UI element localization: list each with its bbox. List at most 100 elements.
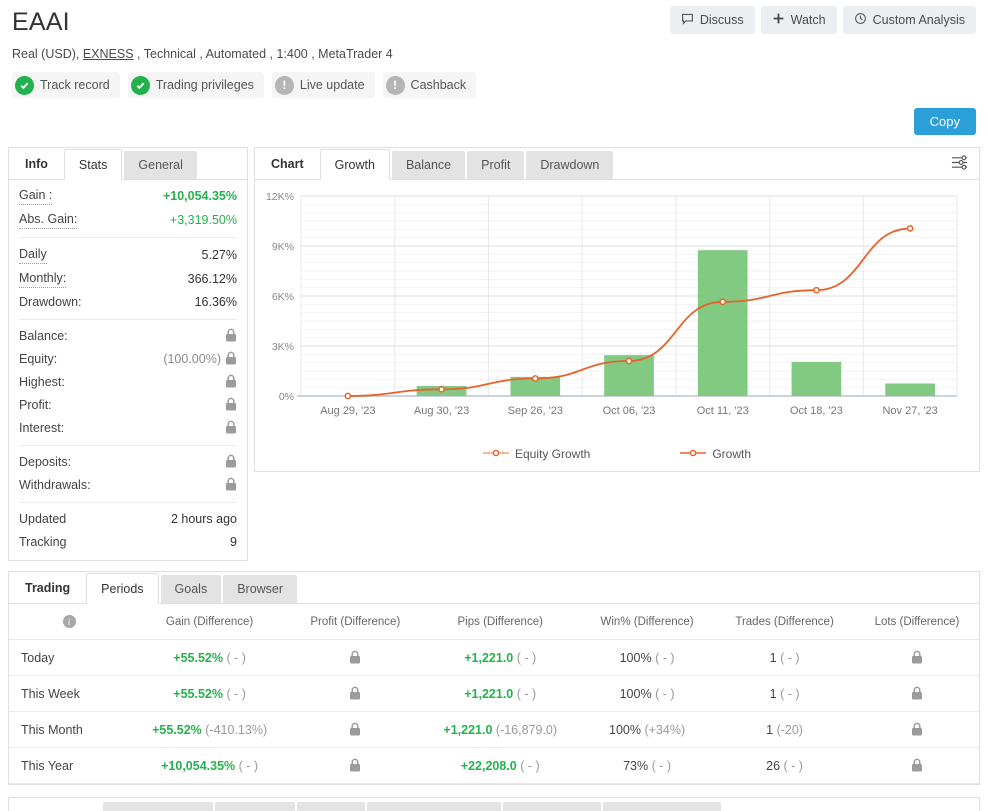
stats-label[interactable]: Monthly: bbox=[19, 270, 66, 288]
legend-item-growth[interactable]: Growth bbox=[680, 447, 751, 461]
periods-col-header: Trades (Difference) bbox=[714, 604, 855, 640]
lock-icon bbox=[225, 351, 237, 368]
next-tab-3[interactable] bbox=[215, 802, 295, 811]
stats-value: 2 hours ago bbox=[171, 511, 237, 528]
stats-label[interactable]: Gain : bbox=[19, 187, 52, 205]
watch-button[interactable]: Watch bbox=[761, 6, 837, 34]
lock-icon bbox=[225, 328, 237, 345]
broker-link[interactable]: EXNESS bbox=[83, 47, 134, 61]
cell-profit bbox=[290, 712, 420, 748]
discuss-label: Discuss bbox=[700, 13, 744, 27]
stats-value-text: (100.00%) bbox=[163, 352, 221, 366]
custom-analysis-label: Custom Analysis bbox=[873, 13, 965, 27]
tab-drawdown[interactable]: Drawdown bbox=[526, 151, 613, 179]
tab-browser[interactable]: Browser bbox=[223, 575, 297, 603]
status-badge-cashback[interactable]: !Cashback bbox=[383, 72, 477, 98]
status-badges: Track record Trading privileges !Live upda… bbox=[8, 72, 980, 98]
status-badge-track-record[interactable]: Track record bbox=[12, 72, 120, 98]
cell-win-value: 100% bbox=[620, 651, 652, 665]
stats-label: Equity: bbox=[19, 351, 57, 368]
cell-gain-diff: ( - ) bbox=[239, 759, 258, 773]
stats-value: 366.12% bbox=[188, 271, 237, 288]
tab-label: Profit bbox=[481, 158, 510, 172]
page-root: EAAI Real (USD), EXNESS , Technical , Au… bbox=[0, 0, 988, 811]
cell-gain-value: +10,054.35% bbox=[161, 759, 235, 773]
cell-trades-value: 26 bbox=[766, 759, 780, 773]
custom-analysis-button[interactable]: Custom Analysis bbox=[843, 6, 976, 34]
tab-trading[interactable]: Trading bbox=[15, 572, 84, 603]
stats-value: 9 bbox=[230, 534, 237, 551]
periods-table-body: Today+55.52% ( - )+1,221.0 ( - )100% ( -… bbox=[9, 640, 979, 784]
tab-chart[interactable]: Chart bbox=[261, 148, 318, 179]
stats-value: +3,319.50% bbox=[170, 212, 237, 229]
main-row: InfoStats General Gain :+10,054.35% Abs. G… bbox=[8, 147, 980, 561]
cell-win-value: 73% bbox=[623, 759, 648, 773]
stats-label: Profit: bbox=[19, 397, 52, 414]
table-row: This Week+55.52% ( - )+1,221.0 ( - )100%… bbox=[9, 676, 979, 712]
tab-goals[interactable]: Goals bbox=[161, 575, 222, 603]
tab-label: Drawdown bbox=[540, 158, 599, 172]
account-subtitle: Real (USD), EXNESS , Technical , Automat… bbox=[8, 47, 980, 61]
comment-icon bbox=[681, 12, 694, 28]
tab-label: General bbox=[138, 158, 182, 172]
tab-general[interactable]: General bbox=[124, 151, 196, 179]
next-tab-1[interactable] bbox=[15, 802, 101, 811]
cell-pips: +1,221.0 (-16,879.0) bbox=[420, 712, 580, 748]
periods-table-head: iGain (Difference)Profit (Difference)Pip… bbox=[9, 604, 979, 640]
periods-col-header: i bbox=[9, 604, 129, 640]
stats-tabs: InfoStats General bbox=[9, 148, 247, 180]
stats-divider bbox=[19, 237, 237, 238]
cell-win: 100% ( - ) bbox=[580, 676, 714, 712]
tab-stats[interactable]: Stats bbox=[64, 149, 123, 180]
tab-periods[interactable]: Periods bbox=[86, 573, 158, 604]
cell-pips-diff: (-16,879.0) bbox=[496, 723, 557, 737]
stats-row: Tracking9 bbox=[19, 531, 237, 554]
periods-header-row: iGain (Difference)Profit (Difference)Pip… bbox=[9, 604, 979, 640]
periods-col-header: Win% (Difference) bbox=[580, 604, 714, 640]
periods-panel: TradingPeriodsGoalsBrowser iGain (Differ… bbox=[8, 571, 980, 785]
next-tab-7[interactable] bbox=[603, 802, 721, 811]
stats-label: Interest: bbox=[19, 420, 64, 437]
cell-trades-value: 1 bbox=[766, 723, 773, 737]
tab-info[interactable]: Info bbox=[15, 148, 62, 179]
watch-label: Watch bbox=[791, 13, 826, 27]
cell-pips-value: +1,221.0 bbox=[443, 723, 492, 737]
stats-value: 5.27% bbox=[202, 247, 237, 264]
tab-profit[interactable]: Profit bbox=[467, 151, 524, 179]
stats-label[interactable]: Daily bbox=[19, 246, 47, 264]
legend-item-equity-growth[interactable]: Equity Growth bbox=[483, 447, 590, 461]
cell-gain: +55.52% (-410.13%) bbox=[129, 712, 290, 748]
stats-value: (100.00%) bbox=[163, 351, 237, 368]
next-tab-2[interactable] bbox=[103, 802, 213, 811]
cell-profit bbox=[290, 640, 420, 676]
status-badge-label: Cashback bbox=[411, 78, 467, 92]
stats-row: Interest: bbox=[19, 417, 237, 440]
cell-gain: +55.52% ( - ) bbox=[129, 640, 290, 676]
next-tab-4[interactable] bbox=[297, 802, 365, 811]
next-tab-6[interactable] bbox=[503, 802, 601, 811]
info-icon[interactable]: i bbox=[63, 615, 76, 628]
status-badge-trading-privileges[interactable]: Trading privileges bbox=[128, 72, 264, 98]
stats-row: Daily 5.27% bbox=[19, 243, 237, 267]
stats-label: Drawdown: bbox=[19, 294, 82, 311]
next-tab-5[interactable] bbox=[367, 802, 501, 811]
tab-label: Growth bbox=[335, 158, 375, 172]
lock-icon bbox=[911, 686, 923, 701]
stats-row: Monthly: 366.12% bbox=[19, 267, 237, 291]
cell-gain-value: +55.52% bbox=[152, 723, 202, 737]
status-badge-label: Live update bbox=[300, 78, 365, 92]
tab-growth[interactable]: Growth bbox=[320, 149, 390, 180]
svg-text:Aug 29, '23: Aug 29, '23 bbox=[320, 405, 375, 417]
cell-period: This Week bbox=[9, 676, 129, 712]
chart-settings-button[interactable] bbox=[950, 148, 979, 179]
stats-label[interactable]: Abs. Gain: bbox=[19, 211, 77, 229]
subtitle-post: , Technical , Automated , 1:400 , MetaTr… bbox=[134, 47, 393, 61]
lock-icon bbox=[349, 650, 361, 665]
copy-button[interactable]: Copy bbox=[914, 108, 976, 135]
stats-row: Equity: (100.00%) bbox=[19, 348, 237, 371]
status-badge-live-update[interactable]: !Live update bbox=[272, 72, 375, 98]
tab-balance[interactable]: Balance bbox=[392, 151, 465, 179]
discuss-button[interactable]: Discuss bbox=[670, 6, 755, 34]
cell-trades-value: 1 bbox=[770, 687, 777, 701]
stats-row: Gain :+10,054.35% bbox=[19, 184, 237, 208]
